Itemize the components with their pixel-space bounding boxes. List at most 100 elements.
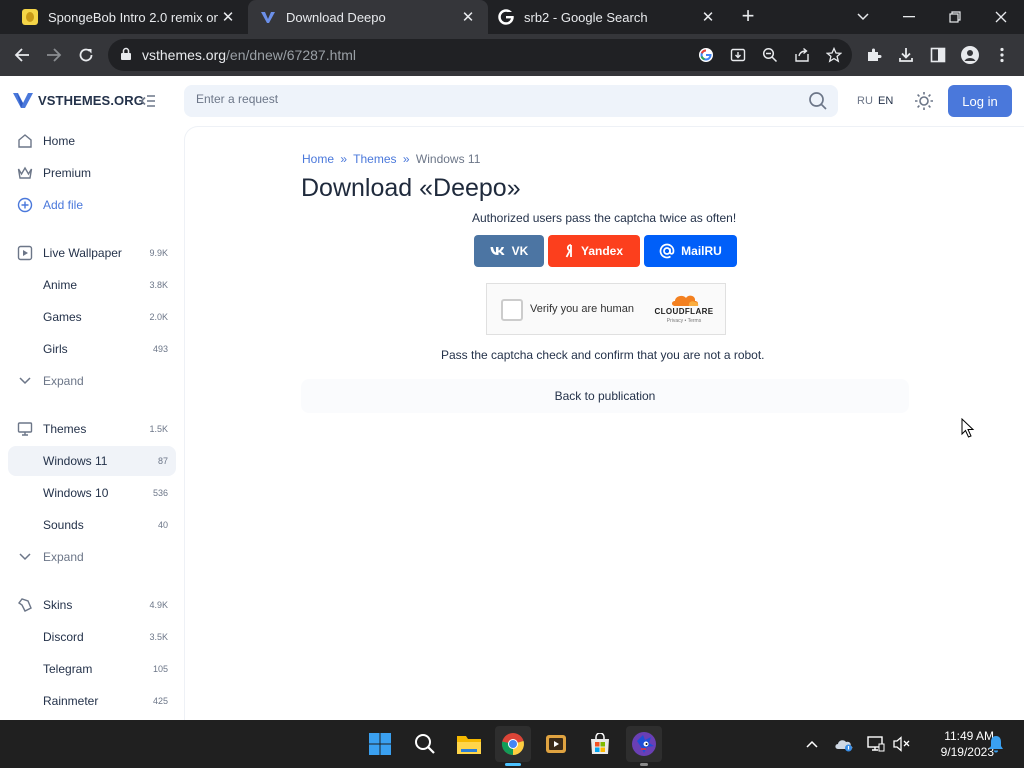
file-explorer-icon[interactable] xyxy=(451,726,487,762)
new-tab-button[interactable]: + xyxy=(736,5,760,29)
lang-en-link[interactable]: EN xyxy=(878,95,893,107)
microsoft-store-icon[interactable] xyxy=(582,726,618,762)
cloudflare-privacy-terms[interactable]: Privacy • Terms xyxy=(651,318,717,324)
onedrive-cloud-icon[interactable] xyxy=(834,734,854,754)
sidebar-item-games[interactable]: Games 2.0K xyxy=(8,302,176,332)
sidebar-item-telegram[interactable]: Telegram 105 xyxy=(8,654,176,684)
yandex-label: Yandex xyxy=(580,244,624,258)
network-monitor-icon[interactable] xyxy=(866,734,886,754)
yandex-login-button[interactable]: Yandex xyxy=(548,235,640,267)
site-logo[interactable]: VSTHEMES.ORG xyxy=(12,91,144,109)
item-count: 87 xyxy=(157,456,168,466)
sidebar-item-label: Skins xyxy=(43,598,73,612)
site-header: VSTHEMES.ORG RU EN Log in xyxy=(0,76,1024,126)
sidebar-item-live-wallpaper[interactable]: Live Wallpaper 9.9K xyxy=(8,238,176,268)
lang-ru-link[interactable]: RU xyxy=(857,95,873,107)
search-icon[interactable] xyxy=(808,91,828,111)
crown-icon xyxy=(16,164,34,182)
close-tab-icon[interactable]: ✕ xyxy=(218,7,238,27)
breadcrumb-current[interactable]: Windows 11 xyxy=(416,152,480,166)
media-player-icon[interactable] xyxy=(538,726,574,762)
tab-search-chevron-icon[interactable] xyxy=(840,0,886,34)
install-app-icon[interactable] xyxy=(728,45,748,65)
sidebar: Home Premium Add file Live Wallpaper 9.9… xyxy=(0,126,184,720)
close-tab-icon[interactable]: ✕ xyxy=(458,7,478,27)
item-count: 1.5K xyxy=(149,424,168,434)
chrome-taskbar-icon[interactable] xyxy=(495,726,531,762)
vk-login-button[interactable]: VK xyxy=(474,235,544,267)
kebab-menu-icon[interactable] xyxy=(992,45,1012,65)
chrome-running-indicator xyxy=(505,763,521,766)
tray-chevron-up-icon[interactable] xyxy=(802,734,822,754)
sidebar-item-windows-11[interactable]: Windows 11 87 xyxy=(8,446,176,476)
search-input[interactable] xyxy=(196,92,776,106)
tab-title: srb2 - Google Search xyxy=(524,9,648,25)
zoom-icon[interactable] xyxy=(760,45,780,65)
sidebar-item-home[interactable]: Home xyxy=(8,126,176,156)
login-button[interactable]: Log in xyxy=(948,85,1012,117)
reload-icon[interactable] xyxy=(73,42,99,68)
side-panel-icon[interactable] xyxy=(928,45,948,65)
sidebar-item-anime[interactable]: Anime 3.8K xyxy=(8,270,176,300)
sonic-game-icon[interactable] xyxy=(626,726,662,762)
sidebar-item-skins[interactable]: Skins 4.9K xyxy=(8,590,176,620)
main-content: Home » Themes » Windows 11 Download «Dee… xyxy=(184,126,1024,720)
site-search[interactable] xyxy=(184,85,838,117)
tab-strip: SpongeBob Intro 2.0 remix on Sc ✕ Downlo… xyxy=(0,0,1024,34)
notification-bell-icon[interactable] xyxy=(986,734,1006,754)
breadcrumb-separator: » xyxy=(402,152,410,166)
cloudflare-brand: CLOUDFLARE xyxy=(654,307,714,316)
page-title: Download «Deepo» xyxy=(301,174,521,202)
tab-google-search[interactable]: srb2 - Google Search ✕ xyxy=(488,0,728,34)
back-to-publication-button[interactable]: Back to publication xyxy=(301,379,909,413)
sidebar-item-rainmeter[interactable]: Rainmeter 425 xyxy=(8,686,176,716)
google-lens-icon[interactable] xyxy=(696,45,716,65)
tab-title: Download Deepo xyxy=(286,9,386,25)
search-taskbar-icon[interactable] xyxy=(407,726,443,762)
url-path: /en/dnew/67287.html xyxy=(226,47,357,63)
breadcrumb-themes-link[interactable]: Themes xyxy=(353,152,396,166)
back-arrow-icon[interactable] xyxy=(9,42,35,68)
collapse-sidebar-icon[interactable] xyxy=(139,92,157,110)
sidebar-item-add-file[interactable]: Add file xyxy=(8,190,176,220)
close-tab-icon[interactable]: ✕ xyxy=(698,7,718,27)
captcha-label: Verify you are human xyxy=(530,303,634,315)
minimize-button[interactable] xyxy=(886,0,932,34)
volume-muted-icon[interactable] xyxy=(892,734,912,754)
extensions-puzzle-icon[interactable] xyxy=(864,45,884,65)
lock-icon[interactable] xyxy=(120,47,134,63)
sidebar-item-windows-10[interactable]: Windows 10 536 xyxy=(8,478,176,508)
profile-avatar-icon[interactable] xyxy=(960,45,980,65)
close-window-button[interactable] xyxy=(978,0,1024,34)
sidebar-item-girls[interactable]: Girls 493 xyxy=(8,334,176,364)
windows-taskbar: 11:49 AM 9/19/2023 xyxy=(0,720,1024,768)
item-count: 493 xyxy=(152,344,168,354)
sidebar-item-label: Windows 10 xyxy=(43,486,109,500)
sidebar-item-label: Rainmeter xyxy=(43,694,99,708)
url-domain: vsthemes.org xyxy=(142,47,227,63)
mailru-login-button[interactable]: MailRU xyxy=(644,235,737,267)
tab-download-deepo[interactable]: Download Deepo ✕ xyxy=(248,0,488,34)
sidebar-item-label: Discord xyxy=(43,630,84,644)
tab-spongebob[interactable]: SpongeBob Intro 2.0 remix on Sc ✕ xyxy=(0,0,248,34)
forward-arrow-icon[interactable] xyxy=(41,42,67,68)
item-count: 105 xyxy=(152,664,168,674)
windows-start-icon[interactable] xyxy=(362,726,398,762)
restore-button[interactable] xyxy=(932,0,978,34)
share-icon[interactable] xyxy=(792,45,812,65)
sidebar-item-premium[interactable]: Premium xyxy=(8,158,176,188)
breadcrumb-home-link[interactable]: Home xyxy=(302,152,334,166)
sidebar-expand-wallpaper[interactable]: Expand xyxy=(8,366,176,396)
sidebar-item-sounds[interactable]: Sounds 40 xyxy=(8,510,176,540)
system-clock[interactable]: 11:49 AM 9/19/2023 xyxy=(916,728,994,760)
sun-theme-icon[interactable] xyxy=(914,91,934,111)
sidebar-expand-themes[interactable]: Expand xyxy=(8,542,176,572)
sidebar-item-label: Telegram xyxy=(43,662,93,676)
address-bar[interactable]: vsthemes.org/en/dnew/67287.html xyxy=(108,39,852,71)
back-to-publication-label: Back to publication xyxy=(554,389,656,403)
sidebar-item-themes[interactable]: Themes 1.5K xyxy=(8,414,176,444)
captcha-checkbox[interactable] xyxy=(501,299,523,321)
sidebar-item-discord[interactable]: Discord 3.5K xyxy=(8,622,176,652)
bookmark-star-icon[interactable] xyxy=(824,45,844,65)
downloads-icon[interactable] xyxy=(896,45,916,65)
